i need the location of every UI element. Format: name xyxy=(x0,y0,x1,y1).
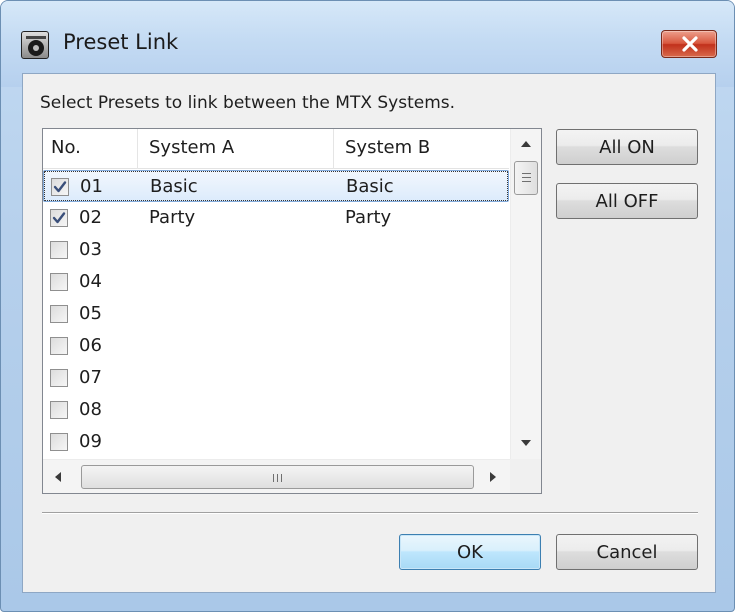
column-header-no[interactable]: No. xyxy=(51,137,81,158)
preset-checkbox[interactable] xyxy=(50,337,68,355)
preset-checkbox[interactable] xyxy=(50,209,68,227)
cell-no: 05 xyxy=(79,303,102,324)
column-divider[interactable] xyxy=(137,129,138,169)
list-item[interactable]: 09 xyxy=(43,426,509,458)
grip-line xyxy=(281,474,282,482)
cell-no: 03 xyxy=(79,239,102,260)
grip-line xyxy=(522,181,531,182)
scroll-right-arrow-icon[interactable] xyxy=(489,471,497,483)
list-item[interactable]: 08 xyxy=(43,394,509,426)
cell-no: 01 xyxy=(80,176,103,197)
list-item[interactable]: 02 Party Party xyxy=(43,202,509,234)
cancel-button[interactable]: Cancel xyxy=(556,534,698,570)
preset-checkbox[interactable] xyxy=(50,433,68,451)
list-item[interactable]: 05 xyxy=(43,298,509,330)
vertical-scrollbar[interactable] xyxy=(510,129,541,459)
grip-line xyxy=(522,173,531,174)
horizontal-scrollbar[interactable] xyxy=(43,459,510,493)
cell-no: 02 xyxy=(79,207,102,228)
vertical-scroll-thumb[interactable] xyxy=(514,161,538,195)
list-item[interactable]: 01 Basic Basic xyxy=(43,170,509,202)
list-item[interactable]: 06 xyxy=(43,330,509,362)
cell-system-a: Party xyxy=(149,207,196,228)
all-off-button[interactable]: All OFF xyxy=(556,183,698,219)
cell-system-a: Basic xyxy=(150,176,198,197)
scroll-left-arrow-icon[interactable] xyxy=(54,471,62,483)
close-button[interactable] xyxy=(661,30,717,58)
separator xyxy=(42,512,698,514)
list-item[interactable]: 04 xyxy=(43,266,509,298)
cell-system-b: Party xyxy=(345,207,392,228)
preset-link-window: Preset Link Select Presets to link betwe… xyxy=(0,0,735,612)
grip-line xyxy=(277,474,278,482)
column-divider[interactable] xyxy=(333,129,334,169)
scroll-up-arrow-icon[interactable] xyxy=(520,140,532,148)
list-item[interactable]: 07 xyxy=(43,362,509,394)
list-item[interactable]: 03 xyxy=(43,234,509,266)
cell-no: 06 xyxy=(79,335,102,356)
checkmark-icon xyxy=(53,181,67,193)
preset-checkbox[interactable] xyxy=(50,241,68,259)
cell-no: 09 xyxy=(79,431,102,452)
column-header-system-a[interactable]: System A xyxy=(149,137,234,158)
instruction-text: Select Presets to link between the MTX S… xyxy=(40,93,456,113)
checkmark-icon xyxy=(52,212,66,224)
preset-checkbox[interactable] xyxy=(50,273,68,291)
window-title: Preset Link xyxy=(63,30,179,54)
all-on-button[interactable]: All ON xyxy=(556,129,698,165)
preset-checkbox[interactable] xyxy=(51,178,69,196)
preset-checkbox[interactable] xyxy=(50,369,68,387)
app-icon xyxy=(21,31,49,59)
preset-list[interactable]: No. System A System B 01 Basic Basic 02 Part… xyxy=(42,128,542,494)
dialog-client-area: Select Presets to link between the MTX S… xyxy=(22,73,716,593)
grip-line xyxy=(273,474,274,482)
horizontal-scroll-thumb[interactable] xyxy=(81,465,474,489)
grip-line xyxy=(522,177,531,178)
cell-no: 04 xyxy=(79,271,102,292)
close-icon xyxy=(682,36,698,52)
cell-no: 08 xyxy=(79,399,102,420)
cell-system-b: Basic xyxy=(346,176,394,197)
cell-no: 07 xyxy=(79,367,102,388)
preset-checkbox[interactable] xyxy=(50,401,68,419)
scroll-down-arrow-icon[interactable] xyxy=(520,439,532,447)
ok-button[interactable]: OK xyxy=(399,534,541,570)
column-header-system-b[interactable]: System B xyxy=(345,137,430,158)
list-header: No. System A System B xyxy=(43,129,509,169)
scrollbar-corner xyxy=(510,459,541,493)
preset-checkbox[interactable] xyxy=(50,305,68,323)
